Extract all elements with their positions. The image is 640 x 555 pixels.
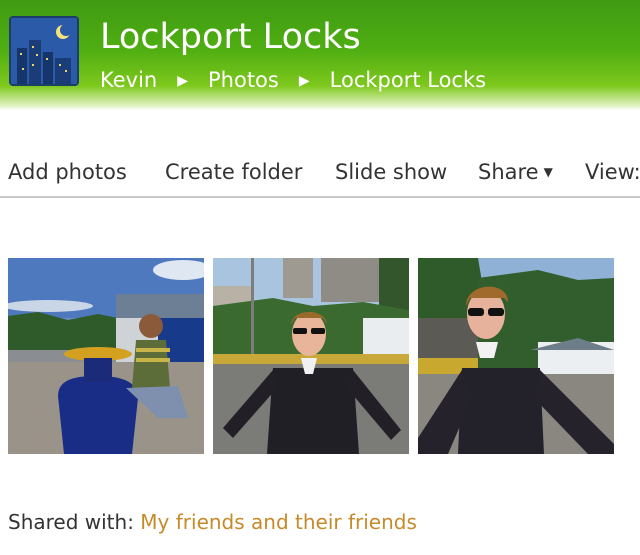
view-menu[interactable]: View:	[585, 160, 640, 184]
breadcrumb-arrow-icon: ▶	[298, 73, 310, 89]
toolbar: Add photos Create folder Slide show Shar…	[0, 156, 640, 196]
page-title: Lockport Locks	[100, 17, 361, 57]
share-menu[interactable]: Share ▼	[478, 160, 553, 184]
toolbar-divider	[0, 196, 640, 198]
sharing-permission-link[interactable]: My friends and their friends	[140, 510, 417, 534]
photo-woman-on-bollard-icon	[8, 258, 204, 454]
breadcrumb-photos[interactable]: Photos	[208, 68, 279, 92]
slide-show-button[interactable]: Slide show	[335, 160, 447, 184]
share-label: Share	[478, 160, 539, 184]
create-folder-button[interactable]: Create folder	[165, 160, 302, 184]
photo-thumbnail-3[interactable]	[418, 258, 614, 454]
photo-thumbnail-2[interactable]	[213, 258, 409, 454]
photo-man-by-bridge-icon	[213, 258, 409, 454]
shared-with-label: Shared with:	[8, 510, 134, 534]
album-header: Lockport Locks Kevin ▶ Photos ▶ Lockport Loc…	[0, 0, 640, 110]
album-city-night-icon	[9, 16, 79, 86]
breadcrumb-current: Lockport Locks	[329, 68, 487, 92]
breadcrumb-kevin[interactable]: Kevin	[100, 68, 157, 92]
breadcrumb-arrow-icon: ▶	[177, 73, 188, 89]
sharing-info: Shared with: My friends and their friend…	[8, 510, 417, 534]
photo-man-sunglasses-icon	[418, 258, 614, 454]
caret-down-icon: ▼	[543, 165, 553, 179]
photo-thumbnail-1[interactable]	[8, 258, 204, 454]
breadcrumb: Kevin ▶ Photos ▶ Lockport Locks	[100, 68, 486, 92]
add-photos-button[interactable]: Add photos	[8, 160, 127, 184]
